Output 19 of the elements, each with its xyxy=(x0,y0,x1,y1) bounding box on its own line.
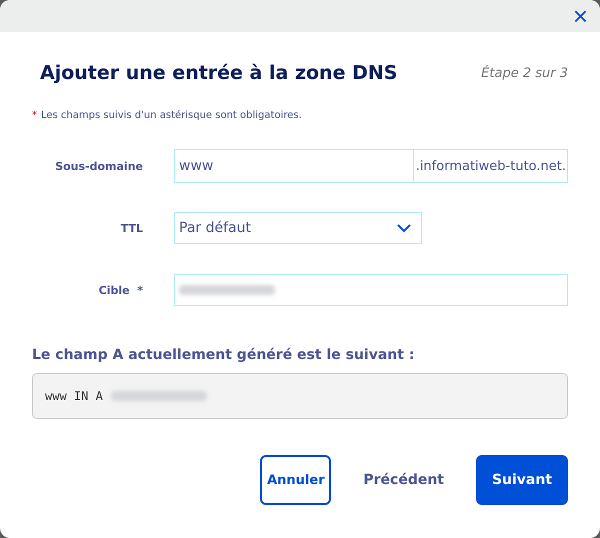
generated-record-heading: Le champ A actuellement généré est le suivant : xyxy=(32,347,416,363)
ttl-dropdown[interactable]: Par défaut xyxy=(174,212,422,244)
field-label: TTL xyxy=(120,222,143,234)
required-note: Les champs suivis d'un astérisque sont obligatoires. xyxy=(41,110,302,121)
field-label: Sous-domaine xyxy=(54,160,143,172)
domain-suffix: .informatiweb-tuto.net. xyxy=(414,149,568,183)
step-indicator: Étape 2 sur 3 xyxy=(481,66,568,80)
target-field[interactable] xyxy=(174,274,568,306)
field-label: Cible * xyxy=(98,284,143,296)
cancel-button[interactable]: Annuler xyxy=(260,455,332,505)
previous-button[interactable]: Précédent xyxy=(347,455,460,505)
dropdown-value: Par défaut xyxy=(179,220,251,236)
next-button[interactable]: Suivant xyxy=(476,455,568,505)
subdomain-field[interactable]: www xyxy=(174,149,414,183)
close-button[interactable]: × xyxy=(570,3,590,29)
chevron-down-icon xyxy=(397,224,411,232)
required-mark: * xyxy=(32,110,37,121)
dialog-title: Ajouter une entrée à la zone DNS xyxy=(40,62,398,84)
record-text: www IN A xyxy=(45,389,103,403)
